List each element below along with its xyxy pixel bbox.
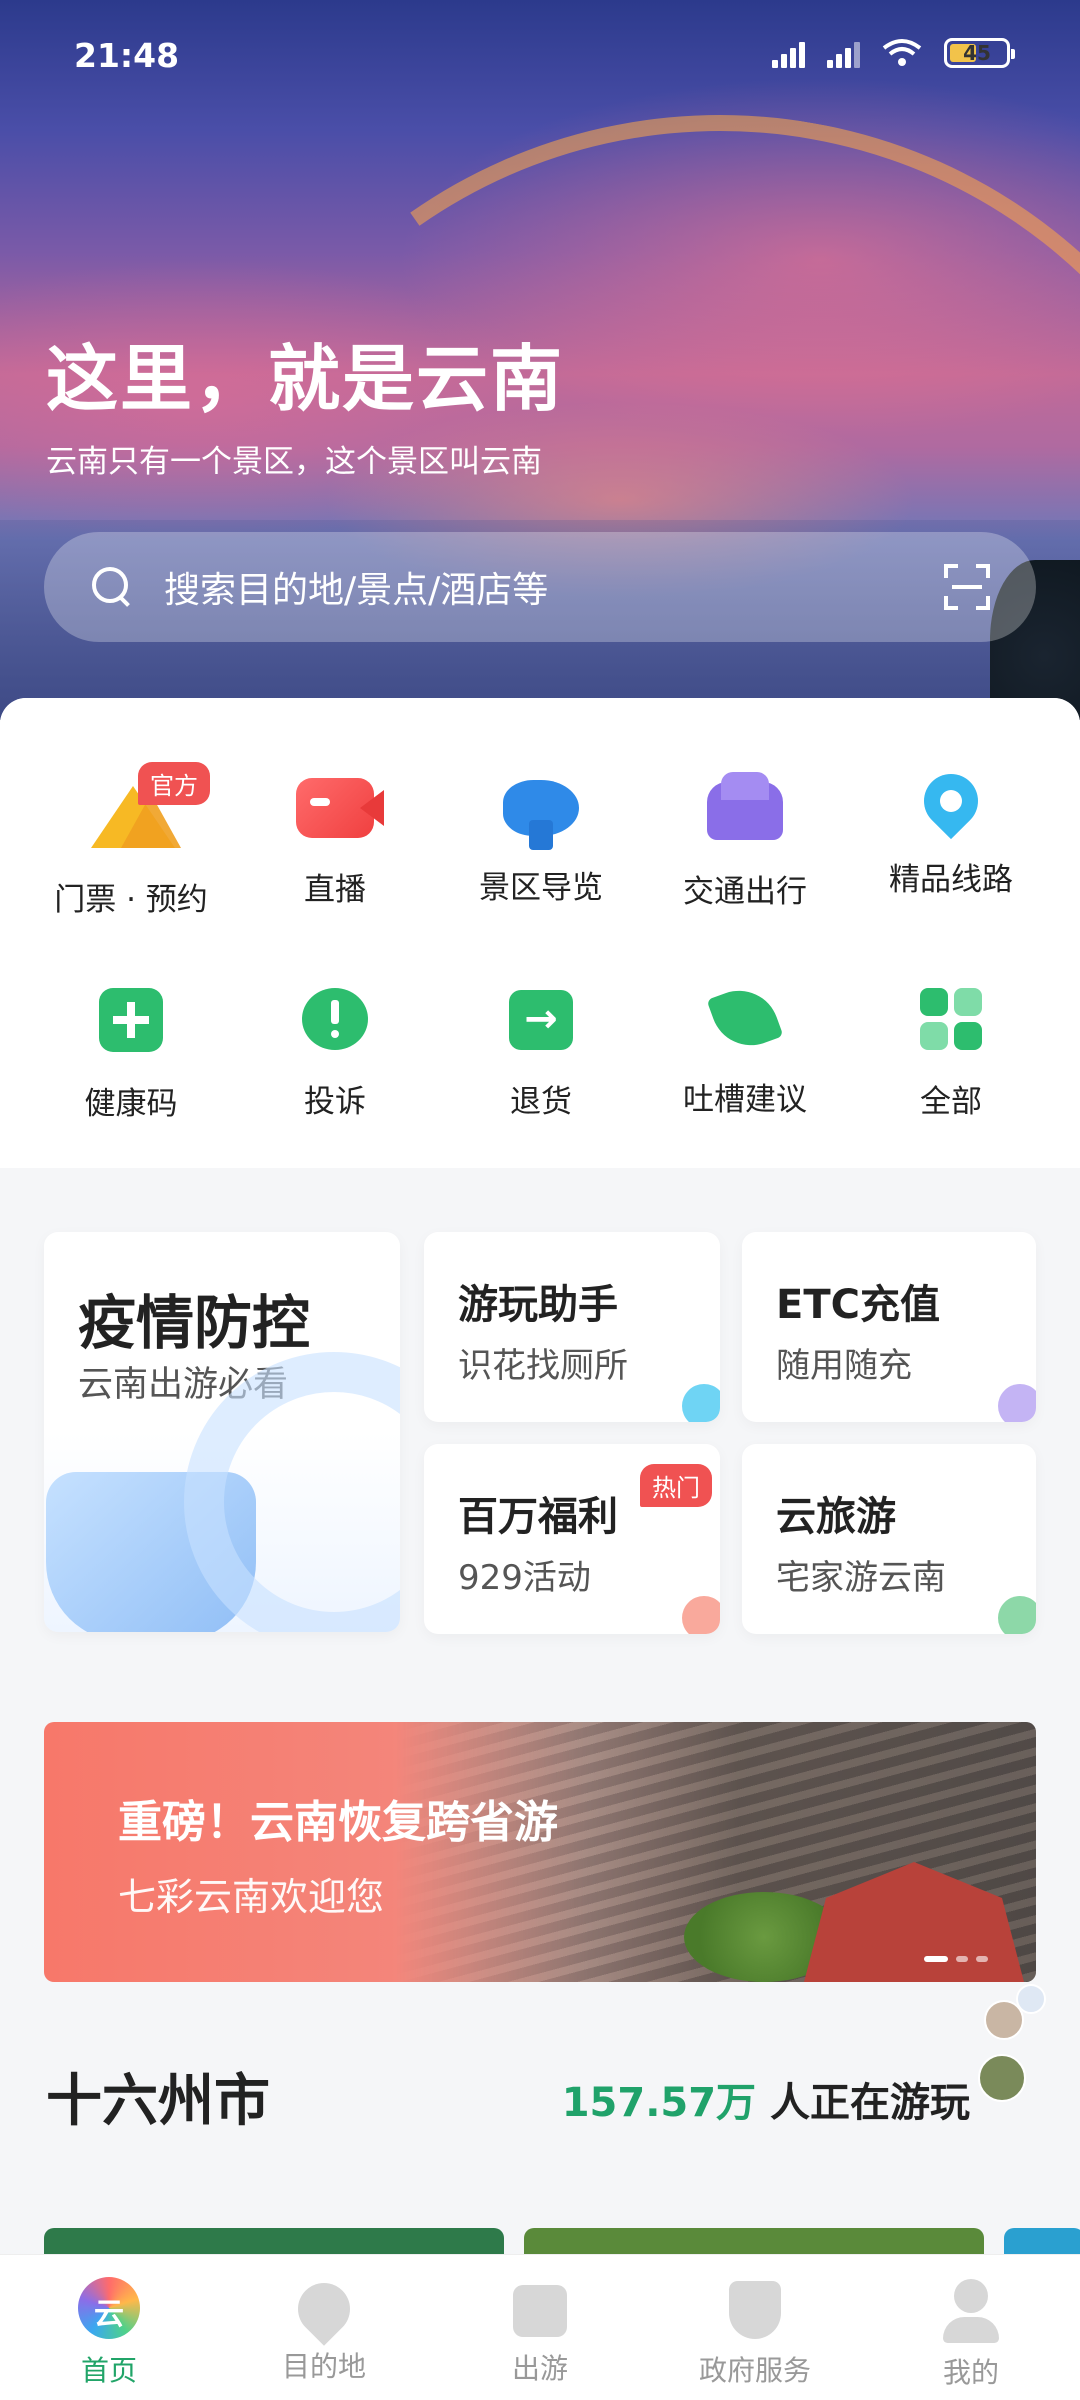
official-badge: 官方 <box>138 762 210 805</box>
etc-card-subtitle: 随用随充 <box>776 1346 912 1386</box>
grid-item-label: 投诉 <box>304 1084 366 1120</box>
grid-item-routes[interactable]: 精品线路 <box>848 762 1054 899</box>
grid-item-label: 退货 <box>510 1084 572 1120</box>
grid-item-health-code[interactable]: 健康码 <box>28 978 234 1123</box>
cloud-travel-card[interactable]: 云旅游 宅家游云南 <box>742 1444 1036 1634</box>
tab-destination[interactable]: 目的地 <box>249 2255 399 2385</box>
grid-item-label: 交通出行 <box>683 874 807 910</box>
complaint-icon <box>302 988 368 1050</box>
grid-item-suggestion[interactable]: 吐槽建议 <box>642 978 848 1119</box>
epidemic-card-title: 疫情防控 <box>78 1289 311 1357</box>
hot-badge: 热门 <box>640 1464 712 1507</box>
card-dot-decoration <box>682 1596 720 1634</box>
tab-label: 政府服务 <box>698 2354 811 2387</box>
status-time: 21:48 <box>74 36 180 75</box>
health-code-icon <box>99 988 163 1052</box>
hero-banner: 21:48 45 这里，就是云南 云南只有一个景区，这个景区叫云南 搜索目的地/… <box>0 0 1080 720</box>
card-dot-decoration <box>998 1384 1036 1422</box>
search-input[interactable]: 搜索目的地/景点/酒店等 <box>164 561 944 613</box>
assistant-card-subtitle: 识花找厕所 <box>458 1346 628 1386</box>
grid-item-live[interactable]: 直播 <box>232 768 438 909</box>
hero-subtitle: 云南只有一个景区，这个景区叫云南 <box>46 444 542 480</box>
search-icon <box>90 565 134 609</box>
grid-item-label: 直播 <box>304 872 366 908</box>
tab-label: 首页 <box>80 2354 137 2387</box>
shield-icon <box>729 2281 781 2339</box>
grid-item-label: 精品线路 <box>889 862 1013 898</box>
scan-icon[interactable] <box>944 564 990 610</box>
grid-item-label: 吐槽建议 <box>683 1082 807 1118</box>
grid-item-label: 健康码 <box>84 1086 178 1122</box>
grid-item-label: 全部 <box>920 1084 982 1120</box>
luggage-icon <box>513 2285 567 2337</box>
card-dot-decoration <box>682 1384 720 1422</box>
all-apps-icon <box>920 988 982 1050</box>
carousel-indicator <box>924 1956 988 1962</box>
service-grid: 官方 门票 · 预约 直播 景区导览 交通出行 精品线路 健康码 投诉 → 退货… <box>0 698 1080 1168</box>
cities-section-title: 十六州市 <box>46 2069 270 2134</box>
welfare-card[interactable]: 百万福利 热门 929活动 <box>424 1444 720 1634</box>
user-icon <box>954 2279 988 2313</box>
grid-item-tickets[interactable]: 官方 门票 · 预约 <box>28 762 234 919</box>
cellular-signal-icon <box>772 38 805 68</box>
return-icon <box>509 990 573 1050</box>
guide-icon <box>503 780 579 850</box>
tab-home[interactable]: 首页 <box>34 2255 184 2389</box>
search-bar[interactable]: 搜索目的地/景点/酒店等 <box>44 532 1036 642</box>
live-camera-icon <box>296 778 384 838</box>
cloud-travel-card-title: 云旅游 <box>776 1494 896 1540</box>
etc-card-title: ETC充值 <box>776 1282 940 1328</box>
bottom-tab-bar: 首页 目的地 出游 政府服务 我的 <box>0 2254 1080 2400</box>
battery-level: 45 <box>963 41 991 65</box>
cloud-travel-card-subtitle: 宅家游云南 <box>776 1558 946 1598</box>
car-icon <box>707 772 783 840</box>
hero-title: 这里，就是云南 <box>46 337 565 421</box>
grid-item-label: 景区导览 <box>479 870 603 906</box>
banner-title: 重磅！云南恢复跨省游 <box>118 1797 558 1848</box>
route-pin-icon <box>912 762 990 840</box>
avatar <box>1016 1984 1046 2014</box>
tab-label: 目的地 <box>281 2350 366 2383</box>
tab-profile[interactable]: 我的 <box>896 2255 1046 2391</box>
card-dot-decoration <box>998 1596 1036 1634</box>
tab-government[interactable]: 政府服务 <box>680 2255 830 2389</box>
status-bar: 21:48 45 <box>0 0 1080 110</box>
travellers-number: 157.57万 <box>561 2080 757 2126</box>
grid-item-return[interactable]: 退货 <box>438 978 644 1121</box>
assistant-card-title: 游玩助手 <box>458 1282 618 1328</box>
etc-card[interactable]: ETC充值 随用随充 <box>742 1232 1036 1422</box>
home-logo-icon <box>78 2277 140 2339</box>
avatar <box>978 2054 1026 2102</box>
grid-item-label: 门票 · 预约 <box>54 882 208 918</box>
user-body-icon <box>943 2317 999 2343</box>
grid-item-complaint[interactable]: 投诉 <box>232 978 438 1121</box>
battery-icon: 45 <box>944 38 1015 68</box>
promo-banner[interactable]: 重磅！云南恢复跨省游 七彩云南欢迎您 <box>44 1722 1036 1982</box>
tab-travel[interactable]: 出游 <box>465 2255 615 2387</box>
tab-label: 出游 <box>511 2352 568 2385</box>
location-pin-icon <box>287 2272 361 2346</box>
suggestion-icon <box>706 979 784 1057</box>
main-content: 官方 门票 · 预约 直播 景区导览 交通出行 精品线路 健康码 投诉 → 退货… <box>0 698 1080 2400</box>
status-icons: 45 <box>772 38 1015 68</box>
welfare-card-subtitle: 929活动 <box>458 1558 591 1598</box>
travellers-suffix: 人正在游玩 <box>756 2080 970 2126</box>
cellular-signal-2-icon <box>827 38 860 68</box>
grid-item-guide[interactable]: 景区导览 <box>438 768 644 907</box>
travellers-count: 157.57万 人正在游玩 <box>562 2070 970 2128</box>
epidemic-card[interactable]: 疫情防控 云南出游必看 <box>44 1232 400 1632</box>
welfare-card-title: 百万福利 <box>458 1494 618 1540</box>
grid-item-all[interactable]: 全部 <box>848 978 1054 1121</box>
grid-item-transport[interactable]: 交通出行 <box>642 768 848 911</box>
banner-subtitle: 七彩云南欢迎您 <box>118 1875 385 1919</box>
assistant-card[interactable]: 游玩助手 识花找厕所 <box>424 1232 720 1422</box>
tab-label: 我的 <box>942 2356 999 2389</box>
wifi-icon <box>882 38 922 68</box>
